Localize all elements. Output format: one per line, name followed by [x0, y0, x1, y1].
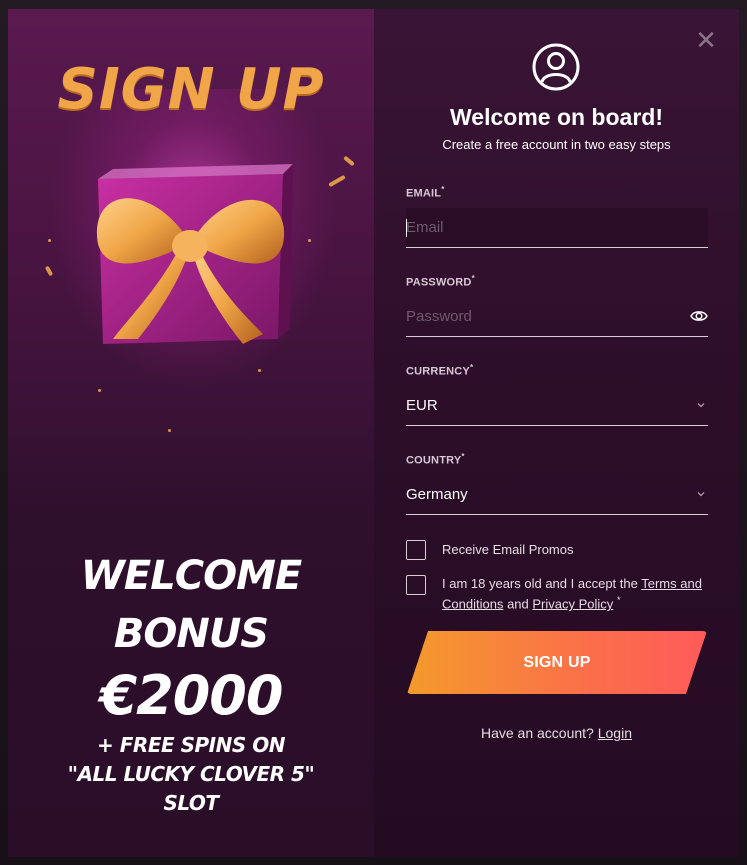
bonus-sub-1: + FREE SPINS ON: [97, 733, 285, 757]
currency-select[interactable]: EUR: [406, 386, 708, 426]
welcome-heading: Welcome on board!: [450, 104, 663, 130]
country-select[interactable]: Germany: [406, 475, 708, 515]
promos-checkbox[interactable]: [406, 540, 426, 560]
promo-title: SIGN UP: [57, 57, 325, 122]
signup-form-panel: ✕ Welcome on board! Create a free accoun…: [374, 9, 739, 857]
bonus-amount: €2000: [99, 664, 284, 727]
bonus-sub-3: SLOT: [163, 791, 219, 815]
close-icon[interactable]: ✕: [695, 27, 717, 53]
confetti: [168, 429, 171, 432]
password-field-box: [406, 296, 708, 337]
confetti: [308, 239, 311, 242]
password-label: PASSWORD*: [406, 274, 475, 289]
privacy-policy-link[interactable]: Privacy Policy: [532, 596, 613, 611]
signup-modal: SIGN UP WELCOME BONUS €2000 + FREE SPINS…: [8, 9, 739, 857]
bonus-sub-2: "ALL LUCKY CLOVER 5": [67, 762, 315, 786]
country-field-group: COUNTRY* Germany: [406, 452, 708, 515]
email-field-group: EMAIL*: [406, 185, 708, 248]
email-label: EMAIL*: [406, 185, 445, 200]
confetti: [343, 155, 355, 167]
confetti: [98, 389, 101, 392]
welcome-subtitle: Create a free account in two easy steps: [442, 137, 671, 152]
currency-field-group: CURRENCY* EUR: [406, 363, 708, 426]
chevron-down-icon: [697, 491, 705, 497]
promos-checkbox-label: Receive Email Promos: [442, 542, 574, 557]
terms-checkbox[interactable]: [406, 575, 426, 595]
password-input[interactable]: [406, 296, 708, 336]
login-link[interactable]: Login: [598, 725, 632, 741]
country-value: Germany: [406, 485, 468, 503]
promos-checkbox-row: Receive Email Promos: [406, 540, 706, 560]
bonus-line-2: BONUS: [113, 611, 269, 657]
chevron-down-icon: [697, 402, 705, 408]
text-caret: [406, 218, 407, 237]
have-account-row: Have an account? Login: [480, 725, 632, 741]
terms-checkbox-row: I am 18 years old and I accept the Terms…: [406, 575, 706, 612]
signup-button-label: SIGN UP: [523, 653, 591, 671]
currency-label: CURRENCY*: [406, 363, 474, 378]
signup-button[interactable]: SIGN UP: [407, 631, 707, 694]
currency-value: EUR: [406, 396, 438, 414]
terms-checkbox-label: I am 18 years old and I accept the Terms…: [442, 576, 702, 612]
eye-icon[interactable]: [690, 309, 708, 323]
country-label: COUNTRY*: [406, 452, 465, 467]
password-field-group: PASSWORD*: [406, 274, 708, 337]
user-circle-icon: [532, 43, 580, 91]
email-input[interactable]: [406, 207, 708, 247]
gift-box-icon: [96, 164, 293, 344]
confetti: [258, 369, 261, 372]
welcome-bonus: WELCOME BONUS €2000 + FREE SPINS ON "ALL…: [8, 547, 374, 818]
email-field-box: [406, 207, 708, 248]
promo-panel: SIGN UP WELCOME BONUS €2000 + FREE SPINS…: [8, 9, 374, 857]
confetti: [48, 239, 51, 242]
bonus-line-1: WELCOME: [80, 553, 302, 599]
